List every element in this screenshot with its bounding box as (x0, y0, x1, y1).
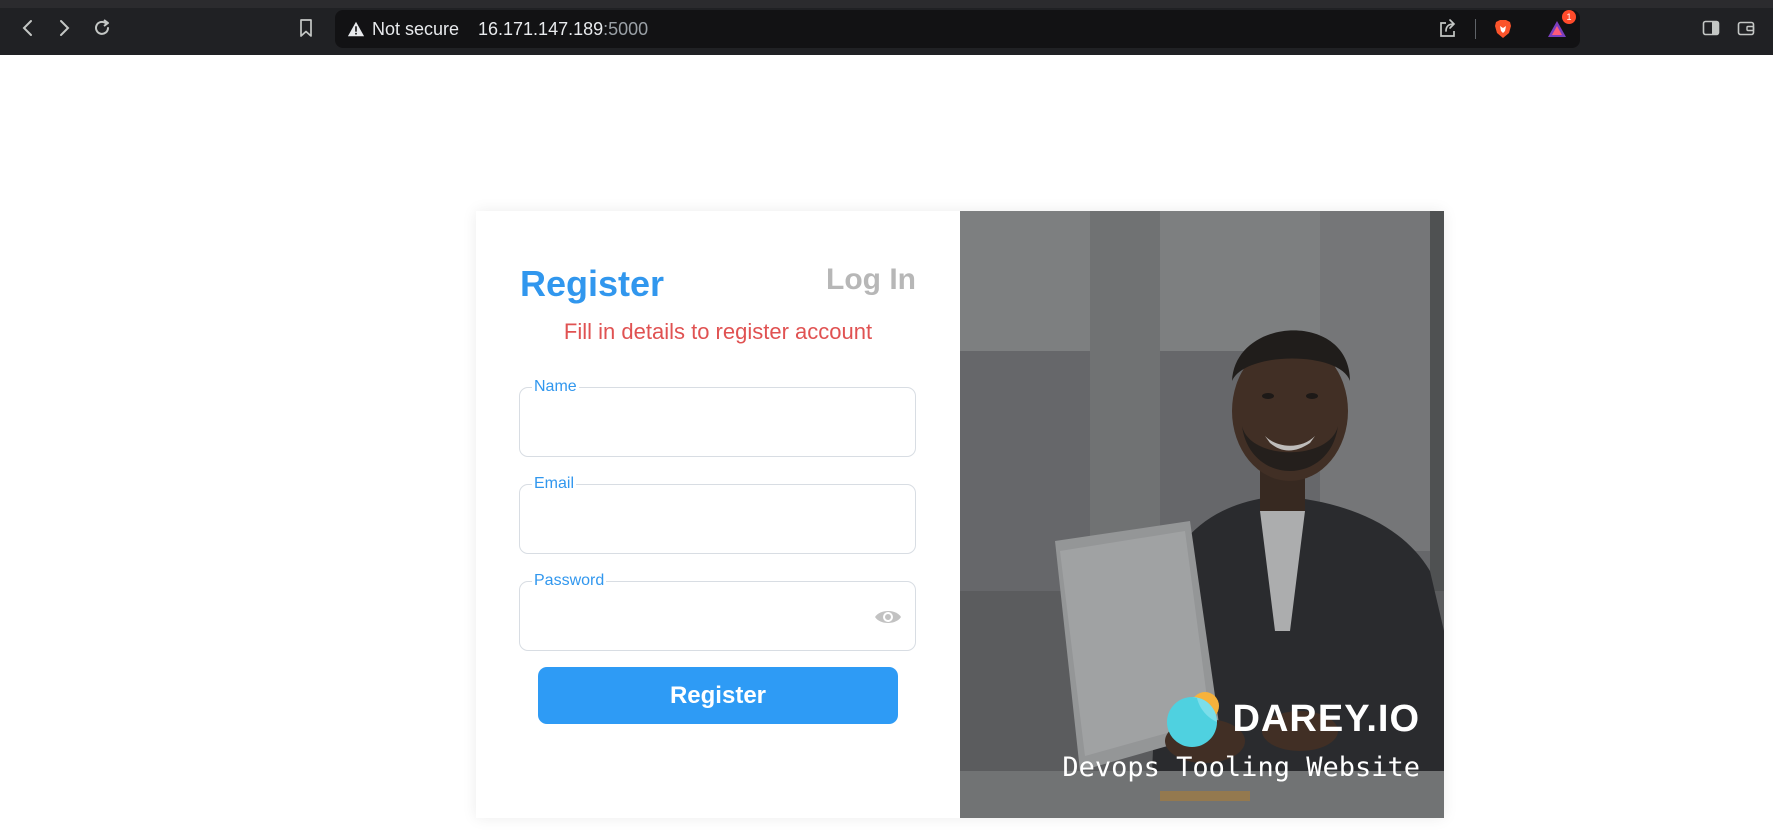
reload-icon (95, 19, 109, 35)
email-field[interactable]: Email (519, 475, 916, 554)
hero-image: DAREY.IO Devops Tooling Website (960, 211, 1444, 818)
reload-button[interactable] (90, 16, 114, 40)
url-port: :5000 (603, 18, 649, 39)
name-input[interactable] (532, 408, 882, 440)
warning-icon (347, 21, 365, 37)
security-label: Not secure (372, 18, 460, 39)
email-label: Email (532, 475, 577, 493)
share-button[interactable] (1435, 16, 1461, 42)
tab-login[interactable]: Log In (776, 263, 916, 297)
share-icon (1440, 19, 1456, 37)
url-text[interactable]: 16.171.147.189:5000 (478, 10, 648, 48)
address-bar[interactable]: Not secure 16.171.147.189:5000 1 (335, 10, 1580, 48)
register-button[interactable]: Register (538, 667, 898, 724)
auth-card: Register Log In Fill in details to regis… (476, 211, 1444, 818)
forward-button[interactable] (52, 16, 76, 40)
password-input[interactable] (532, 602, 882, 634)
tab-register[interactable]: Register (520, 263, 664, 305)
divider (1475, 19, 1476, 39)
register-form: Register Log In Fill in details to regis… (476, 211, 960, 818)
notification-badge: 1 (1562, 10, 1576, 24)
eye-icon[interactable] (873, 606, 903, 628)
sidebar-toggle-button[interactable] (1699, 16, 1723, 40)
name-label: Name (532, 378, 579, 396)
password-field[interactable]: Password (519, 572, 916, 651)
brand-lockup: DAREY.IO (1165, 689, 1420, 749)
tab-strip (0, 0, 1773, 8)
brand-name: DAREY.IO (1232, 697, 1420, 740)
chevron-left-icon (22, 20, 32, 36)
back-button[interactable] (16, 16, 40, 40)
brave-shields-button[interactable] (1490, 16, 1516, 42)
chevron-right-icon (60, 20, 70, 36)
darey-logo-icon (1166, 692, 1219, 747)
bookmark-button[interactable] (294, 16, 318, 40)
brave-rewards-button[interactable]: 1 (1544, 10, 1576, 42)
browser-toolbar: Not secure 16.171.147.189:5000 1 (0, 0, 1773, 55)
bookmark-icon (300, 19, 312, 37)
password-label: Password (532, 572, 607, 590)
wallet-icon (1737, 21, 1755, 36)
security-indicator[interactable]: Not secure (347, 10, 459, 48)
wallet-button[interactable] (1734, 16, 1758, 40)
email-input[interactable] (532, 505, 882, 537)
sidebar-icon (1702, 20, 1720, 36)
url-host: 16.171.147.189 (478, 18, 604, 39)
site-tagline: Devops Tooling Website (1062, 752, 1420, 783)
brave-lion-icon (1495, 20, 1511, 38)
form-subtitle: Fill in details to register account (563, 319, 873, 344)
name-field[interactable]: Name (519, 378, 916, 457)
